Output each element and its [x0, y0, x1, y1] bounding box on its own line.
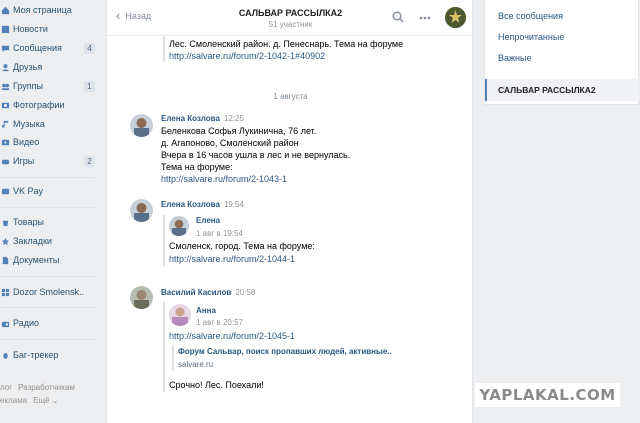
snippet-bar [172, 345, 174, 371]
message-author[interactable]: Василий Касилов 20:58 [161, 288, 255, 297]
bugtracker-icon [0, 350, 10, 360]
message-author[interactable]: Елена Козлова 19:54 [161, 200, 244, 209]
avatar[interactable] [169, 216, 189, 236]
app-icon [0, 287, 10, 297]
nav-item-radio[interactable]: Радио [0, 314, 97, 332]
nav-item-music[interactable]: Музыка [0, 115, 97, 133]
message-link[interactable]: http://salvare.ru/forum/2-1044-1 [169, 253, 295, 265]
message-time: 19:54 [223, 200, 244, 209]
chat-header: ‹ Назад САЛЬВАР РАССЫЛКА2 51 участник [107, 0, 472, 36]
filter-all-messages[interactable]: Все сообщения [498, 11, 563, 21]
footer-devs-link[interactable]: Разработчикам [18, 383, 75, 392]
forward-bar [163, 215, 165, 266]
active-chat-tab[interactable]: САЛЬВАР РАССЫЛКА2 [485, 79, 639, 101]
footer-blog-link[interactable]: лог [0, 383, 12, 392]
forwarded-author[interactable]: Анна [196, 306, 216, 315]
music-icon [0, 119, 10, 129]
forwarded-time: 1 авг в 20:57 [196, 318, 244, 327]
nav-item-bugtracker[interactable]: Баг-трекер [0, 346, 97, 364]
message-text: д. Агапоново, Смоленский район [161, 138, 299, 148]
message-link[interactable]: http://salvare.ru/forum/2-1043-1 [161, 173, 287, 185]
nav-item-games[interactable]: Игры 2 [0, 152, 97, 170]
message-link[interactable]: http://salvare.ru/forum/2-1042-1#40902 [169, 50, 325, 62]
photos-icon [0, 100, 10, 110]
radio-icon [0, 318, 10, 328]
nav-item-friends[interactable]: Друзья [0, 58, 97, 76]
message-text: Тема на форуме: [161, 162, 233, 172]
message-text: Срочно! Лес. Поехали! [169, 380, 264, 390]
nav-footer: лог Разработчикам еклама Ещё ⌄ [0, 381, 100, 407]
message-text: Вчера в 16 часов ушла в лес и не вернула… [161, 150, 351, 160]
link-snippet-title[interactable]: Форум Сальвар, поиск пропавших людей, ак… [178, 347, 392, 356]
docs-icon [0, 255, 10, 265]
date-separator: 1 августа [273, 92, 308, 101]
nav-item-dozor-app[interactable]: Dozor Smolensk.. [0, 283, 97, 301]
message-text: Смоленск, город. Тема на форуме: [169, 241, 315, 251]
chat-panel: ‹ Назад САЛЬВАР РАССЫЛКА2 51 участник Ле… [106, 0, 473, 423]
forwarded-time: 1 авг в 19:54 [196, 229, 244, 238]
right-filter-panel: Все сообщения Непрочитанные Важные САЛЬВ… [484, 0, 639, 105]
nav-item-messages[interactable]: Сообщения 4 [0, 39, 97, 57]
vkpay-icon [0, 186, 10, 196]
more-menu-icon[interactable] [418, 11, 432, 25]
nav-item-docs[interactable]: Документы [0, 251, 97, 269]
groups-icon [0, 81, 10, 91]
nav-divider [0, 276, 95, 277]
left-sidebar: Моя страница Новости Сообщения 4 Друзья … [0, 0, 100, 423]
avatar[interactable] [130, 199, 153, 222]
nav-item-vkpay[interactable]: VK Pay [0, 182, 97, 200]
avatar[interactable] [130, 114, 153, 137]
message-time: 20:58 [235, 288, 256, 297]
forward-bar [163, 302, 165, 392]
link-snippet-site[interactable]: salvare.ru [178, 360, 213, 369]
filter-important[interactable]: Важные [498, 53, 531, 63]
nav-item-photos[interactable]: Фотографии [0, 96, 97, 114]
filter-unread[interactable]: Непрочитанные [498, 32, 564, 42]
footer-more-link[interactable]: Ещё ⌄ [33, 396, 58, 405]
watermark: YAPLAKAL.COM [475, 383, 620, 407]
message-text: Беленкова Софья Лукинична, 76 лет. [161, 126, 317, 136]
messages-count-badge: 4 [84, 42, 95, 54]
nav-divider [0, 307, 95, 308]
forwarded-author[interactable]: Елена [196, 216, 220, 225]
message-author[interactable]: Елена Козлова 12:25 [161, 114, 244, 123]
nav-item-my-page[interactable]: Моя страница [0, 1, 97, 19]
messages-icon [0, 43, 10, 53]
groups-count-badge: 1 [84, 80, 95, 92]
message-time: 12:25 [223, 114, 244, 123]
nav-divider [0, 207, 95, 208]
message-text: Лес. Смоленский район. д. Пенеснарь. Тем… [169, 39, 404, 49]
nav-item-goods[interactable]: Товары [0, 213, 97, 231]
home-icon [0, 5, 10, 15]
forward-bar [163, 36, 165, 62]
nav-item-groups[interactable]: Группы 1 [0, 77, 97, 95]
video-icon [0, 137, 10, 147]
games-count-badge: 2 [84, 155, 95, 167]
friends-icon [0, 62, 10, 72]
nav-item-video[interactable]: Видео [0, 133, 97, 151]
avatar[interactable] [130, 286, 153, 309]
chat-avatar[interactable] [445, 7, 466, 28]
avatar[interactable] [169, 304, 191, 326]
nav-divider [0, 177, 95, 178]
games-icon [0, 156, 10, 166]
message-link[interactable]: http://salvare.ru/forum/2-1045-1 [169, 330, 295, 342]
goods-icon [0, 217, 10, 227]
search-icon[interactable] [392, 11, 404, 23]
news-icon [0, 24, 10, 34]
footer-ads-link[interactable]: еклама [0, 396, 27, 405]
nav-item-news[interactable]: Новости [0, 20, 97, 38]
bookmarks-icon [0, 236, 10, 246]
nav-divider [0, 339, 95, 340]
nav-item-bookmarks[interactable]: Закладки [0, 232, 97, 250]
